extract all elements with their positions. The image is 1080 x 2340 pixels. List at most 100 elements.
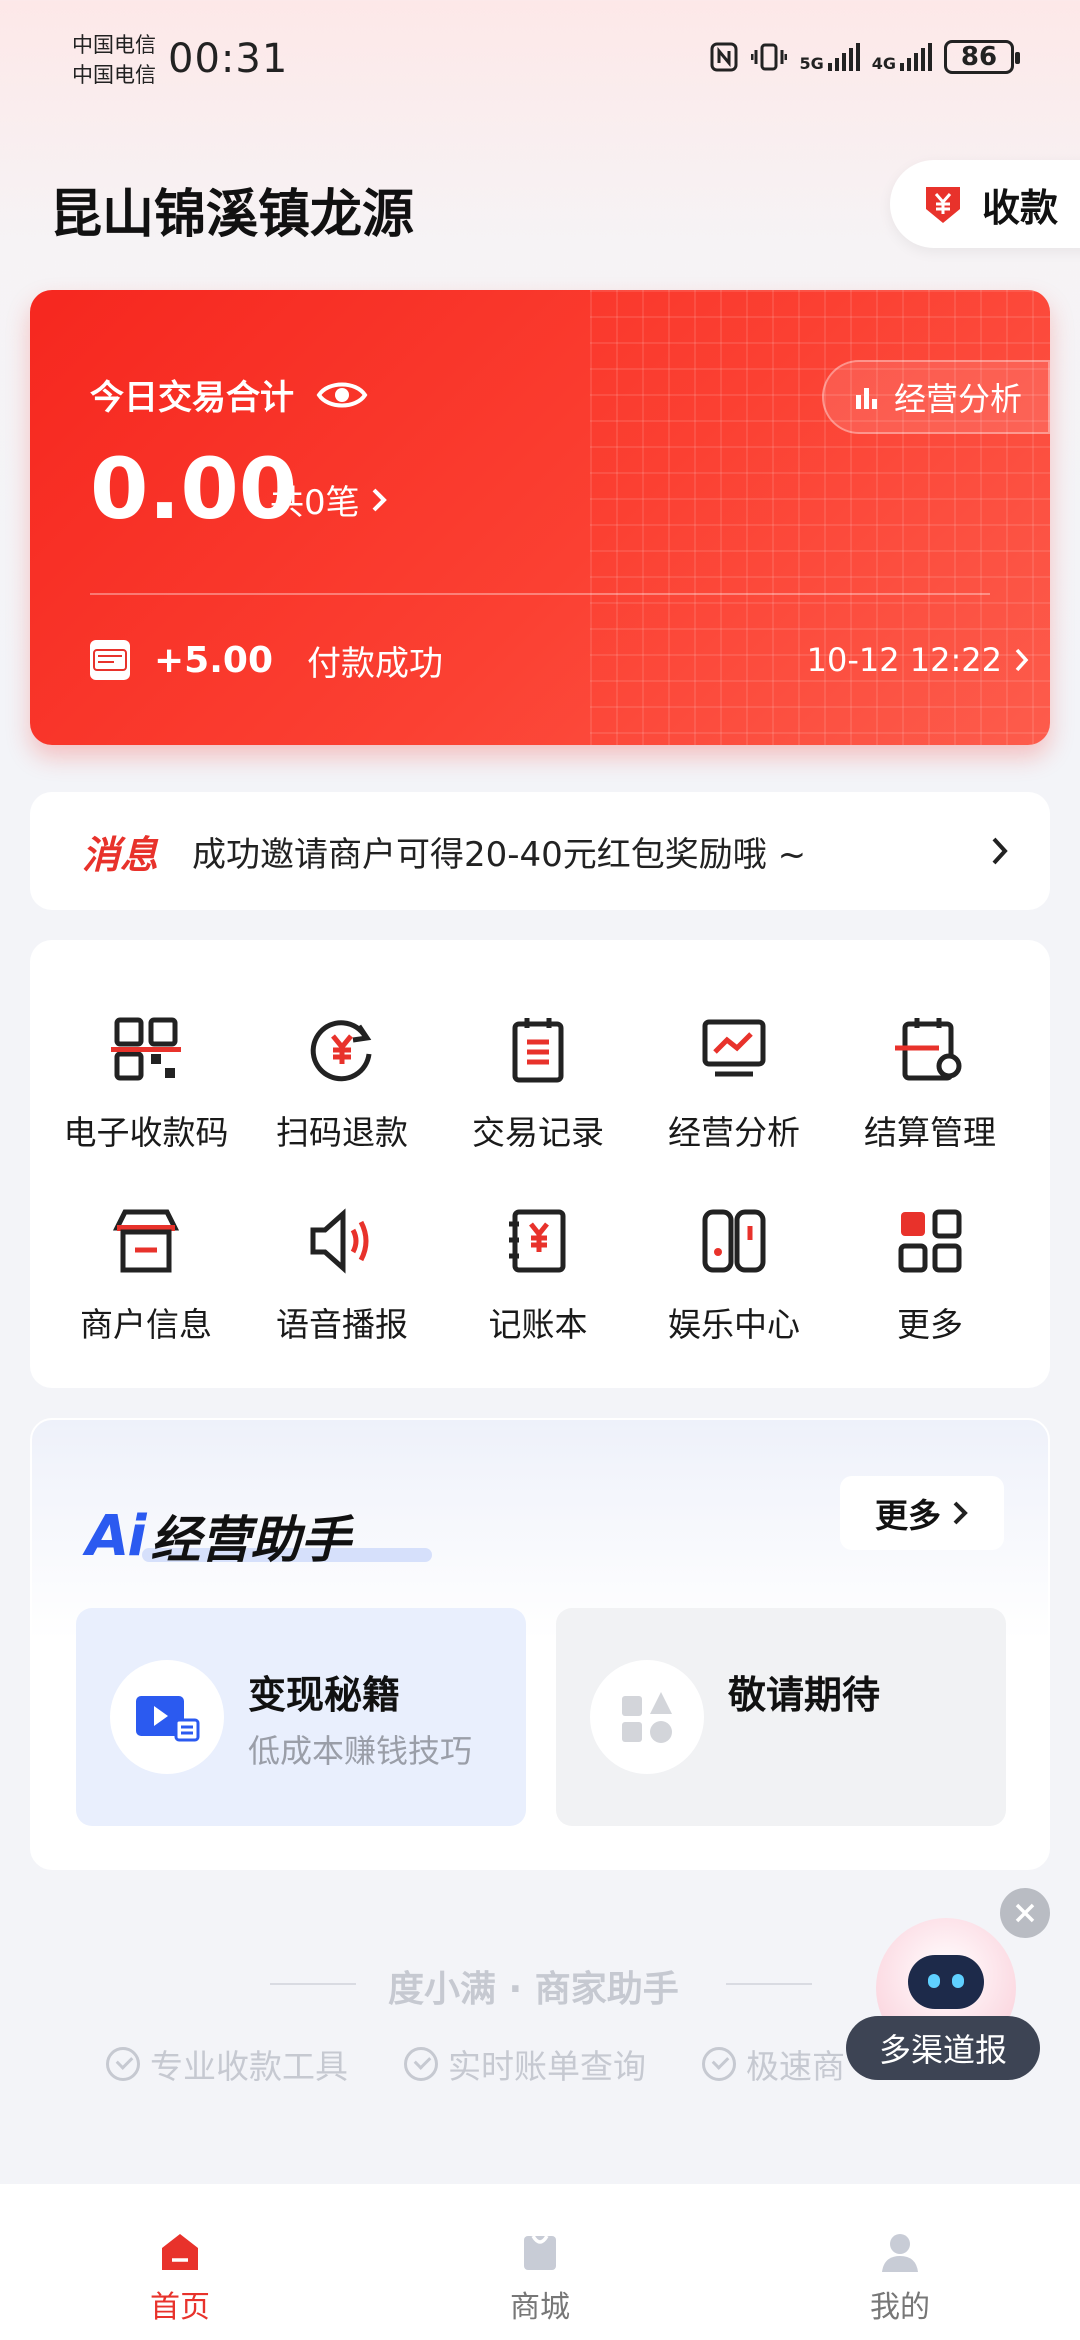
function-label: 交易记录 [472,1113,604,1152]
ai-title-text: 经营助手 [150,1511,351,1569]
function-label: 语音播报 [276,1305,408,1344]
net-5g-label: 5G [799,54,824,73]
ai-more-button[interactable]: 更多 [840,1476,1004,1550]
function-label: 记账本 [488,1305,588,1344]
shop-name: 昆山锦溪镇龙源 [50,185,415,245]
function-more[interactable]: 更多 [832,1206,1028,1346]
ai-card-monetize[interactable]: 变现秘籍 低成本赚钱技巧 [76,1608,526,1826]
ai-card-title: 变现秘籍 [248,1673,401,1717]
battery-indicator: 86 [944,40,1020,74]
vibrate-icon [751,43,788,71]
nav-label: 商城 [510,2290,570,2325]
collect-label: 收款 [982,185,1059,230]
latest-transaction-row[interactable]: +5.00 付款成功 10-12 12:22 [90,630,1030,690]
feature-tag-label: 专业收款工具 [150,2047,348,2086]
function-grid: 电子收款码 扫码退款 交易记录 经营分析 结算管理 商户信息 语音播报 记账本 … [30,940,1050,1388]
monitor-chart-icon [702,1019,766,1077]
function-scan-refund[interactable]: 扫码退款 [244,1014,440,1154]
records-icon [512,1018,564,1083]
signal-bars-icon [827,43,860,71]
video-icon-circle [110,1660,224,1774]
nav-home[interactable]: 首页 [0,2184,360,2340]
analysis-pill-button[interactable]: 经营分析 [821,360,1050,434]
feature-tag-label: 实时账单查询 [448,2047,646,2086]
grid-more-icon [898,1209,962,1273]
ledger-icon [509,1209,566,1273]
check-circle-icon [702,2047,736,2081]
latest-transaction-time: 10-12 12:22 [806,641,1002,679]
function-merchant-info[interactable]: 商户信息 [48,1206,244,1346]
chevron-right-icon [1015,648,1029,672]
function-label: 结算管理 [864,1113,996,1152]
function-qr-code[interactable]: 电子收款码 [48,1014,244,1154]
feature-tags: 专业收款工具 实时账单查询 极速商 [106,2040,845,2088]
function-label: 扫码退款 [276,1113,408,1152]
signal-5g: 5G [799,43,860,73]
payment-app-icon [90,640,130,680]
latest-transaction-time-row: 10-12 12:22 [807,641,1030,679]
ai-more-label: 更多 [875,1496,941,1535]
check-circle-icon [404,2047,438,2081]
function-ledger[interactable]: 记账本 [440,1206,636,1346]
ai-card-coming-soon: 敬请期待 [556,1608,1006,1826]
signal-4g: 4G [871,43,932,73]
function-business-analysis[interactable]: 经营分析 [636,1014,832,1154]
signal-bars-icon [900,43,932,71]
ai-card-title: 敬请期待 [728,1673,881,1717]
card-divider [90,593,990,595]
brand-name: 度小满 · 商家助手 [388,1969,679,2010]
net-4g-label: 4G [871,54,896,73]
status-icons: 5G 4G 86 [709,40,1020,74]
check-circle-icon [106,2047,140,2081]
transaction-count: 共0笔 [270,483,360,523]
function-voice-broadcast[interactable]: 语音播报 [244,1206,440,1346]
speaker-icon [310,1208,369,1274]
carrier-2: 中国电信 [72,63,156,87]
function-settlement[interactable]: 结算管理 [832,1014,1028,1154]
feature-tag: 极速商 [702,2040,845,2088]
bar-chart-icon [855,388,877,409]
chevron-right-icon [953,1501,968,1525]
user-icon [882,2234,918,2272]
function-entertainment[interactable]: 娱乐中心 [636,1206,832,1346]
today-total-label-row: 今日交易合计 [90,370,368,419]
function-label: 电子收款码 [63,1113,229,1152]
nav-label: 首页 [150,2290,210,2325]
latest-transaction-status: 付款成功 [307,643,443,684]
chevron-right-icon [372,488,387,511]
transaction-count-link[interactable]: 共0笔 [270,475,388,524]
feature-tag: 实时账单查询 [404,2040,646,2088]
brand-divider-left [270,1983,356,1985]
nfc-icon [710,42,738,72]
refund-icon [310,1020,372,1082]
summary-card[interactable]: 今日交易合计 经营分析 0.00 共0笔 +5.00 付款成功 10-12 12… [30,290,1050,745]
function-transaction-records[interactable]: 交易记录 [440,1014,636,1154]
shapes-icon-circle [590,1660,704,1774]
carrier-1: 中国电信 [72,33,156,57]
today-amount: 0.00 [90,440,298,538]
shapes-icon [622,1692,672,1743]
latest-transaction-amount: +5.00 [154,639,273,681]
carrier-info: 中国电信 中国电信 [72,30,156,90]
ai-assistant-section: Ai 经营助手 更多 变现秘籍 低成本赚钱技巧 敬请期待 [30,1418,1050,1870]
message-bar[interactable]: 消息 成功邀请商户可得20-40元红包奖励哦 ~ [30,792,1050,910]
today-total-label: 今日交易合计 [90,378,294,418]
status-bar: 中国电信 中国电信 00:31 5G 4G 86 [0,0,1080,120]
shield-yuan-icon [926,187,960,223]
function-label: 经营分析 [668,1113,800,1152]
assistant-label[interactable]: 多渠道报 [846,2016,1040,2080]
nav-mine[interactable]: 我的 [720,2184,1080,2340]
eye-icon[interactable] [316,375,368,415]
collect-button[interactable]: 收款 [890,160,1080,248]
nav-label: 我的 [870,2290,930,2325]
close-icon[interactable] [1000,1888,1050,1938]
game-console-icon [702,1209,766,1273]
feature-tag-label: 极速商 [746,2047,845,2086]
store-icon [112,1209,180,1273]
ai-logo-mark: Ai [86,1503,147,1569]
settlement-icon [895,1018,962,1081]
nav-mall[interactable]: 商城 [360,2184,720,2340]
feature-tag: 专业收款工具 [106,2040,348,2088]
analysis-pill-label: 经营分析 [893,380,1022,418]
function-label: 娱乐中心 [668,1305,800,1344]
